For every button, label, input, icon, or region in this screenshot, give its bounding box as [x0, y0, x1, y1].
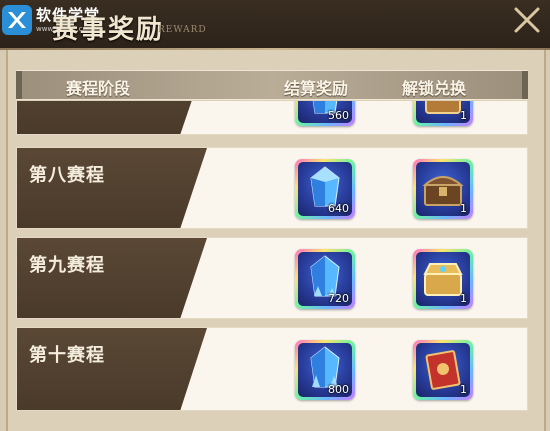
unlock-quantity: 1	[460, 109, 467, 122]
column-unlock: 解锁兑换	[402, 79, 467, 98]
reward-crystal-item[interactable]: 800	[295, 340, 355, 400]
column-reward: 结算奖励	[284, 79, 349, 98]
page-subtitle: REWARD	[158, 25, 207, 35]
reward-quantity: 640	[328, 202, 349, 215]
unlock-quantity: 1	[460, 202, 467, 215]
reward-quantity: 800	[328, 383, 349, 396]
close-icon	[514, 7, 540, 33]
reward-crystal-item[interactable]: 560	[295, 101, 355, 126]
unlock-book-item[interactable]: 1	[413, 340, 473, 400]
column-header: 赛程阶段 结算奖励 解锁兑换	[16, 70, 528, 100]
unlock-quantity: 1	[460, 383, 467, 396]
page-title: 赛事奖励	[52, 15, 165, 45]
stage-list[interactable]: 560 1 第八赛程 640 1 第九赛程 720 1 第十赛程 800 1	[16, 101, 528, 431]
header-cap-left	[16, 71, 22, 99]
close-button[interactable]	[510, 3, 544, 37]
unlock-chest-item[interactable]: 1	[413, 159, 473, 219]
stage-banner: 第十赛程	[17, 328, 207, 410]
unlock-chest-item[interactable]: 1	[413, 101, 473, 126]
stage-label: 第九赛程	[29, 255, 105, 276]
reward-quantity: 560	[328, 109, 349, 122]
stage-banner	[17, 101, 207, 134]
stage-label: 第十赛程	[29, 345, 105, 366]
unlock-chest-item[interactable]: 1	[413, 249, 473, 309]
list-item: 560 1	[16, 101, 528, 135]
list-item: 第八赛程 640 1	[16, 147, 528, 229]
column-stage: 赛程阶段	[66, 79, 131, 98]
stage-banner: 第八赛程	[17, 148, 207, 228]
unlock-quantity: 1	[460, 292, 467, 305]
stage-label: 第八赛程	[29, 165, 105, 186]
reward-quantity: 720	[328, 292, 349, 305]
list-item: 第九赛程 720 1	[16, 237, 528, 319]
reward-crystal-item[interactable]: 640	[295, 159, 355, 219]
stage-banner: 第九赛程	[17, 238, 207, 318]
list-item: 第十赛程 800 1	[16, 327, 528, 411]
header-cap-right	[522, 71, 528, 99]
reward-crystal-item[interactable]: 720	[295, 249, 355, 309]
watermark-logo-icon	[2, 5, 32, 35]
